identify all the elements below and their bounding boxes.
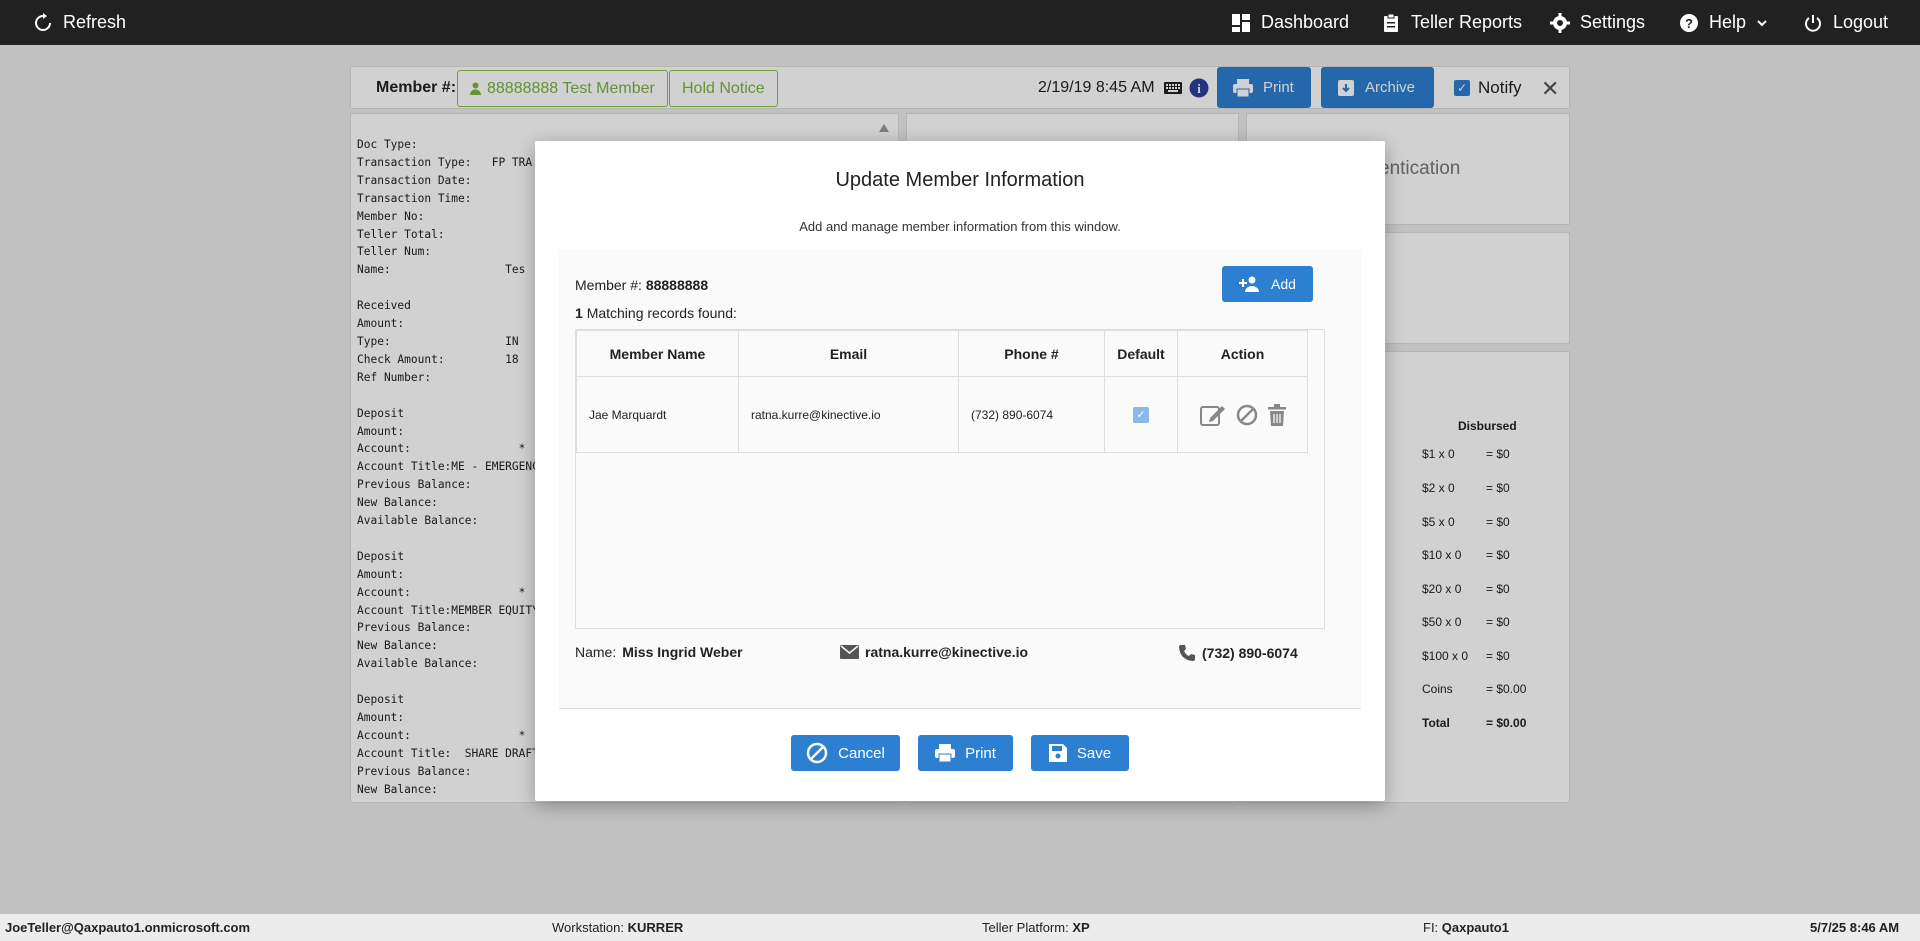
default-checkbox[interactable]: ✓	[1133, 406, 1149, 423]
svg-text:?: ?	[1685, 16, 1693, 31]
status-bar: JoeTeller@Qaxpauto1.onmicrosoft.com Work…	[0, 914, 1920, 941]
ban-icon	[806, 742, 828, 764]
cell-name: Jae Marquardt	[576, 376, 739, 453]
save-button[interactable]: Save	[1031, 735, 1129, 771]
help-icon: ?	[1680, 13, 1698, 32]
cell-phone: (732) 890-6074	[958, 376, 1105, 453]
nav-settings-label: Settings	[1580, 12, 1646, 32]
ban-icon[interactable]	[1236, 404, 1258, 426]
col-phone[interactable]: Phone #	[958, 330, 1105, 377]
member-number-line: Member #: 88888888	[575, 277, 708, 293]
member-table: Member Name Email Phone # Default Action…	[575, 329, 1325, 629]
member-number-value: 88888888	[645, 277, 709, 293]
email-value: ratna.kurre@kinective.io	[865, 644, 1029, 660]
power-icon	[1805, 14, 1821, 32]
match-count-line: 1 Matching records found:	[575, 305, 737, 321]
clipboard-icon	[1384, 13, 1398, 32]
nav-help-label: Help	[1709, 12, 1747, 32]
selected-name: Name: Miss Ingrid Weber	[575, 644, 743, 660]
cell-action	[1177, 376, 1308, 453]
platform-value: XP	[1072, 920, 1090, 935]
refresh-icon	[35, 12, 51, 31]
member-number-label: Member #:	[575, 277, 642, 293]
envelope-icon	[840, 645, 859, 659]
name-label: Name:	[575, 644, 617, 660]
workstation-value: KURRER	[627, 920, 684, 935]
nav-teller-reports-label: Teller Reports	[1411, 12, 1523, 32]
table-row: Jae Marquardt ratna.kurre@kinective.io (…	[576, 376, 1308, 453]
cell-default: ✓	[1104, 376, 1178, 453]
fi-value: Qaxpauto1	[1441, 920, 1509, 935]
selected-phone: (732) 890-6074	[1178, 644, 1298, 662]
add-label: Add	[1271, 276, 1296, 292]
cell-email: ratna.kurre@kinective.io	[738, 376, 959, 453]
update-member-modal: Update Member Information Add and manage…	[535, 141, 1385, 801]
refresh-label: Refresh	[63, 12, 127, 32]
top-nav: Refresh Dashboard Teller Reports Setting…	[0, 0, 1920, 45]
chevron-down-icon	[1757, 19, 1767, 26]
edit-icon[interactable]	[1199, 403, 1226, 427]
print-button[interactable]: Print	[918, 735, 1013, 771]
table-header-row: Member Name Email Phone # Default Action	[576, 330, 1308, 377]
status-fi: FI: Qaxpauto1	[1423, 920, 1509, 935]
nav-settings[interactable]: Settings	[1550, 0, 1645, 45]
add-user-icon	[1239, 276, 1260, 292]
platform-label: Teller Platform:	[982, 920, 1069, 935]
refresh-button[interactable]: Refresh	[33, 0, 126, 45]
status-user: JoeTeller@Qaxpauto1.onmicrosoft.com	[5, 920, 251, 935]
col-email[interactable]: Email	[738, 330, 959, 377]
nav-dashboard[interactable]: Dashboard	[1231, 0, 1349, 45]
col-action: Action	[1177, 330, 1308, 377]
col-default[interactable]: Default	[1104, 330, 1178, 377]
nav-dashboard-label: Dashboard	[1261, 12, 1350, 32]
selected-email: ratna.kurre@kinective.io	[840, 644, 1028, 660]
nav-teller-reports[interactable]: Teller Reports	[1381, 0, 1522, 45]
workstation-label: Workstation:	[552, 920, 625, 935]
status-datetime: 5/7/25 8:46 AM	[1810, 920, 1900, 935]
nav-logout-label: Logout	[1833, 12, 1889, 32]
save-icon	[1048, 744, 1067, 762]
modal-title: Update Member Information	[835, 169, 1085, 191]
cancel-button[interactable]: Cancel	[791, 735, 900, 771]
modal-subtitle: Add and manage member information from t…	[799, 219, 1121, 234]
status-workstation: Workstation: KURRER	[552, 920, 683, 935]
match-count: 1	[575, 305, 583, 321]
name-value: Miss Ingrid Weber	[622, 644, 743, 660]
fi-label: FI:	[1423, 920, 1439, 935]
print-label: Print	[965, 744, 996, 762]
printer-icon	[935, 744, 956, 762]
trash-icon[interactable]	[1267, 403, 1286, 426]
cancel-label: Cancel	[838, 744, 885, 762]
gear-icon	[1550, 12, 1570, 33]
add-member-button[interactable]: Add	[1222, 266, 1313, 302]
member-info-card: Member #: 88888888 1 Matching records fo…	[559, 249, 1361, 709]
status-platform: Teller Platform: XP	[982, 920, 1090, 935]
phone-value: (732) 890-6074	[1202, 645, 1298, 661]
match-text: Matching records found:	[586, 305, 737, 321]
dashboard-icon	[1232, 13, 1250, 32]
nav-logout[interactable]: Logout	[1803, 0, 1888, 45]
phone-icon	[1179, 645, 1195, 661]
save-label: Save	[1076, 744, 1112, 762]
col-member-name[interactable]: Member Name	[576, 330, 739, 377]
nav-help[interactable]: ? Help	[1679, 0, 1768, 45]
